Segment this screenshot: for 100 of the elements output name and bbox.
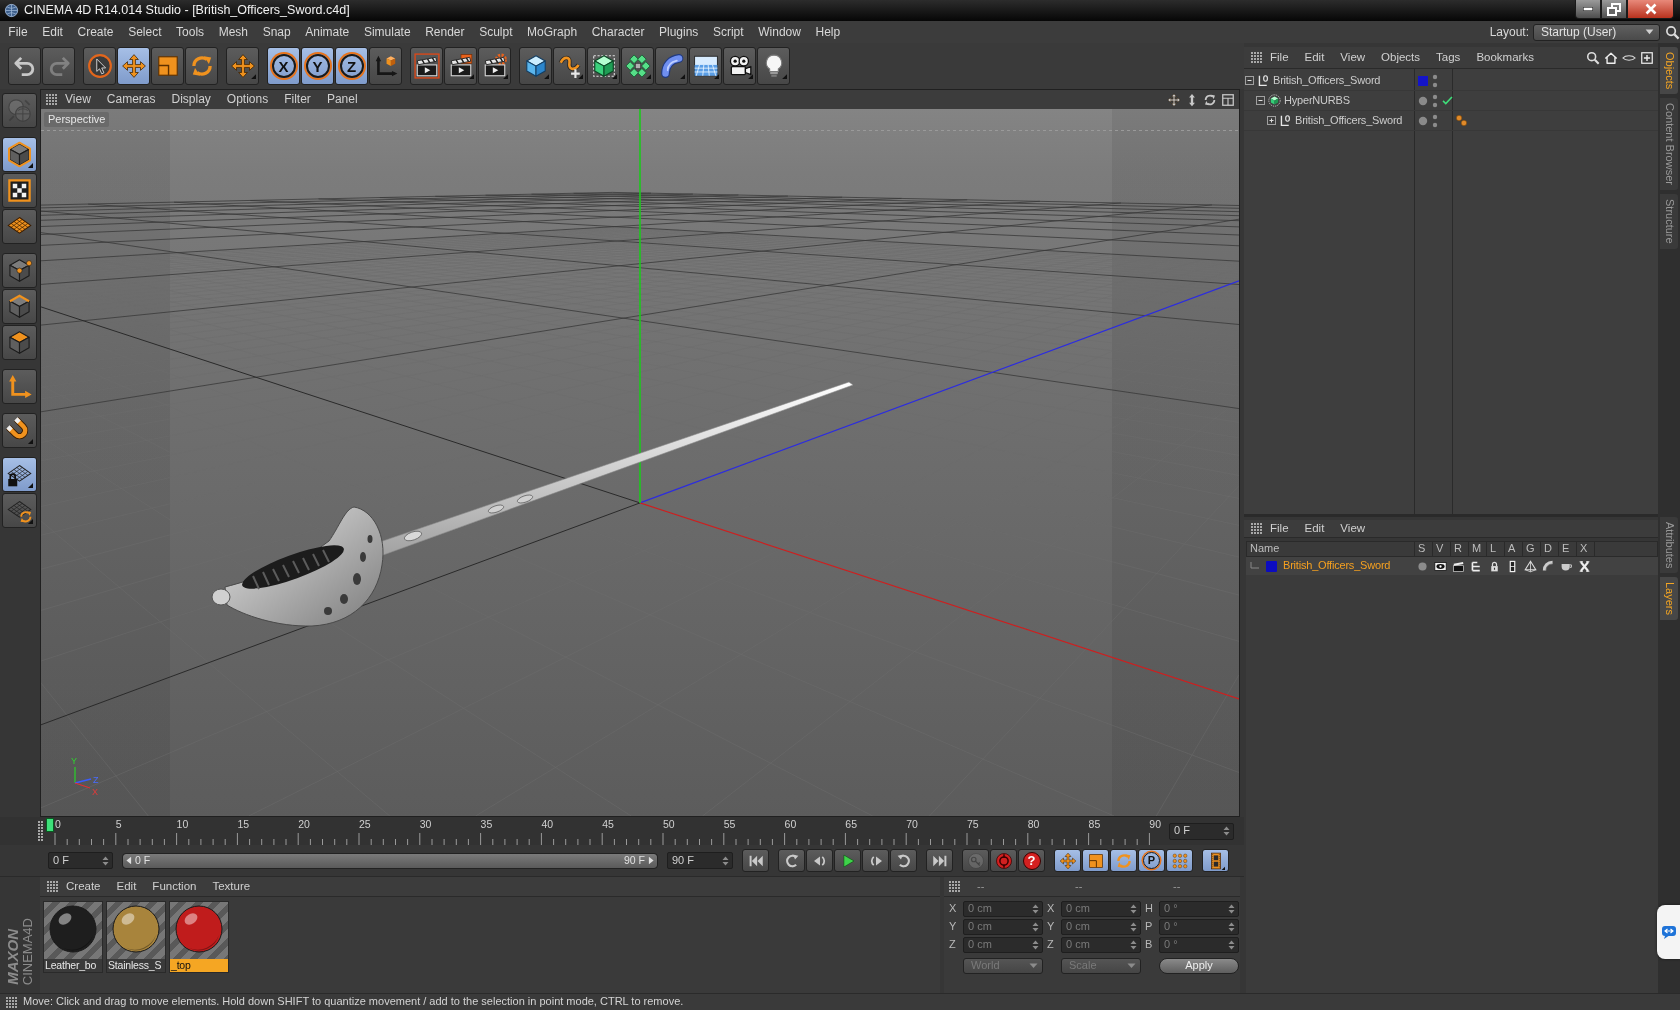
planar-workplane-button[interactable] [1,493,37,528]
menu-item[interactable]: View [57,92,99,107]
viewport-canvas[interactable]: Perspective Y Z X [41,109,1239,816]
step-forward-button[interactable] [862,849,889,872]
menu-item[interactable]: File [1262,521,1297,536]
parameter-key-button[interactable]: P [1138,849,1165,872]
menu-item[interactable]: Options [218,92,277,107]
column-header[interactable]: G [1522,542,1540,556]
menu-item[interactable]: Edit [34,24,71,40]
menu-item[interactable]: Panel [318,92,366,107]
column-header[interactable]: V [1432,542,1450,556]
menu-item[interactable]: Animate [297,24,357,40]
last-tool-button[interactable] [226,47,259,85]
close-button[interactable] [1627,0,1674,19]
axis-lock-button[interactable]: Y [301,47,334,85]
panel-tab[interactable]: Layers [1660,577,1678,621]
menu-item[interactable]: Edit [1296,521,1333,536]
minimize-button[interactable] [1575,0,1601,19]
menu-item[interactable]: Edit [1296,50,1333,65]
play-button[interactable] [834,849,861,872]
menu-item[interactable]: Objects [1373,50,1429,65]
menu-item[interactable]: Character [584,24,652,40]
menu-item[interactable]: Bookmarks [1468,50,1542,65]
menu-item[interactable]: Select [120,24,169,40]
frame-range-slider[interactable]: 0 F 90 F [122,852,658,869]
column-header[interactable]: Name [1247,542,1414,556]
axis-mode-button[interactable] [1,369,37,404]
key-selection-button[interactable]: ? [1018,849,1045,872]
next-key-button[interactable] [890,849,917,872]
menu-item[interactable]: Cameras [98,92,164,107]
go-to-start-button[interactable] [742,849,769,872]
subdivision-button[interactable] [587,47,620,85]
menu-item[interactable]: Simulate [356,24,418,40]
menu-item[interactable]: Script [705,24,751,40]
column-header[interactable]: D [1540,542,1558,556]
menu-item[interactable]: Create [70,24,121,40]
point-key-button[interactable] [1166,849,1193,872]
side-widget-tab[interactable] [1657,905,1680,959]
menu-item[interactable]: Plugins [651,24,706,40]
layout-dropdown[interactable]: Startup (User) [1533,23,1660,41]
restore-button[interactable] [1601,0,1627,19]
light-button[interactable] [757,47,790,85]
menu-item[interactable]: Filter [276,92,319,107]
texture-mode-button[interactable] [1,173,37,208]
autokey-button[interactable] [990,849,1017,872]
column-header[interactable]: M [1468,542,1486,556]
column-header[interactable]: R [1450,542,1468,556]
menu-item[interactable]: Sculpt [471,24,520,40]
panel-tab[interactable]: Attributes [1660,516,1678,574]
column-header[interactable]: X [1576,542,1594,556]
edges-mode-button[interactable] [1,289,37,324]
object-name[interactable]: British_Officers_Sword [1273,73,1381,88]
menu-item[interactable]: Create [58,879,109,894]
panel-tab[interactable]: Content Browser [1660,98,1678,191]
menu-item[interactable]: Mesh [211,24,256,40]
menu-item[interactable]: Help [808,24,848,40]
material-thumbnail[interactable]: _top [169,901,229,973]
go-to-end-button[interactable] [926,849,953,872]
menu-item[interactable]: View [1332,521,1374,536]
step-back-button[interactable] [806,849,833,872]
menu-item[interactable]: Function [144,879,205,894]
camera-button[interactable] [723,47,756,85]
object-name[interactable]: British_Officers_Sword [1295,113,1403,128]
rotation-key-button[interactable] [1110,849,1137,872]
column-header[interactable]: L [1486,542,1504,556]
axis-lock-button[interactable]: Z [335,47,368,85]
scale-key-button[interactable] [1082,849,1109,872]
column-header[interactable]: E [1558,542,1576,556]
floor-button[interactable] [689,47,722,85]
playhead-marker[interactable] [46,818,54,832]
menu-item[interactable]: Tools [168,24,212,40]
bend-button[interactable] [655,47,688,85]
menu-item[interactable]: View [1332,50,1374,65]
material-thumbnail[interactable]: Stainless_S [106,901,166,973]
render-view-button[interactable] [410,47,443,85]
rotate-tool-button[interactable] [185,47,218,85]
polygons-mode-button[interactable] [1,325,37,360]
panel-tab[interactable]: Structure [1660,194,1678,249]
render-picture-button[interactable] [444,47,477,85]
panel-tab[interactable]: Objects [1660,47,1678,95]
timeline-button[interactable] [1202,849,1229,872]
lock-workplane-button[interactable] [1,457,37,492]
menu-item[interactable]: Window [750,24,809,40]
axis-lock-button[interactable]: X [267,47,300,85]
layer-row[interactable]: British_Officers_Sword [1246,557,1658,575]
menu-item[interactable]: Edit [108,879,145,894]
column-header[interactable]: A [1504,542,1522,556]
coordinate-system-button[interactable] [369,47,402,85]
menu-item[interactable]: File [1,24,35,40]
position-key-button[interactable] [1054,849,1081,872]
model-mode-button[interactable] [1,137,37,172]
menu-item[interactable]: Render [417,24,472,40]
object-name[interactable]: HyperNURBS [1284,93,1350,108]
previous-key-button[interactable] [778,849,805,872]
points-mode-button[interactable] [1,253,37,288]
undo-button[interactable] [8,47,41,85]
render-settings-button[interactable] [478,47,511,85]
frame-field[interactable]: 90 F [667,852,733,869]
selection-tool-button[interactable] [83,47,116,85]
menu-item[interactable]: Snap [255,24,298,40]
